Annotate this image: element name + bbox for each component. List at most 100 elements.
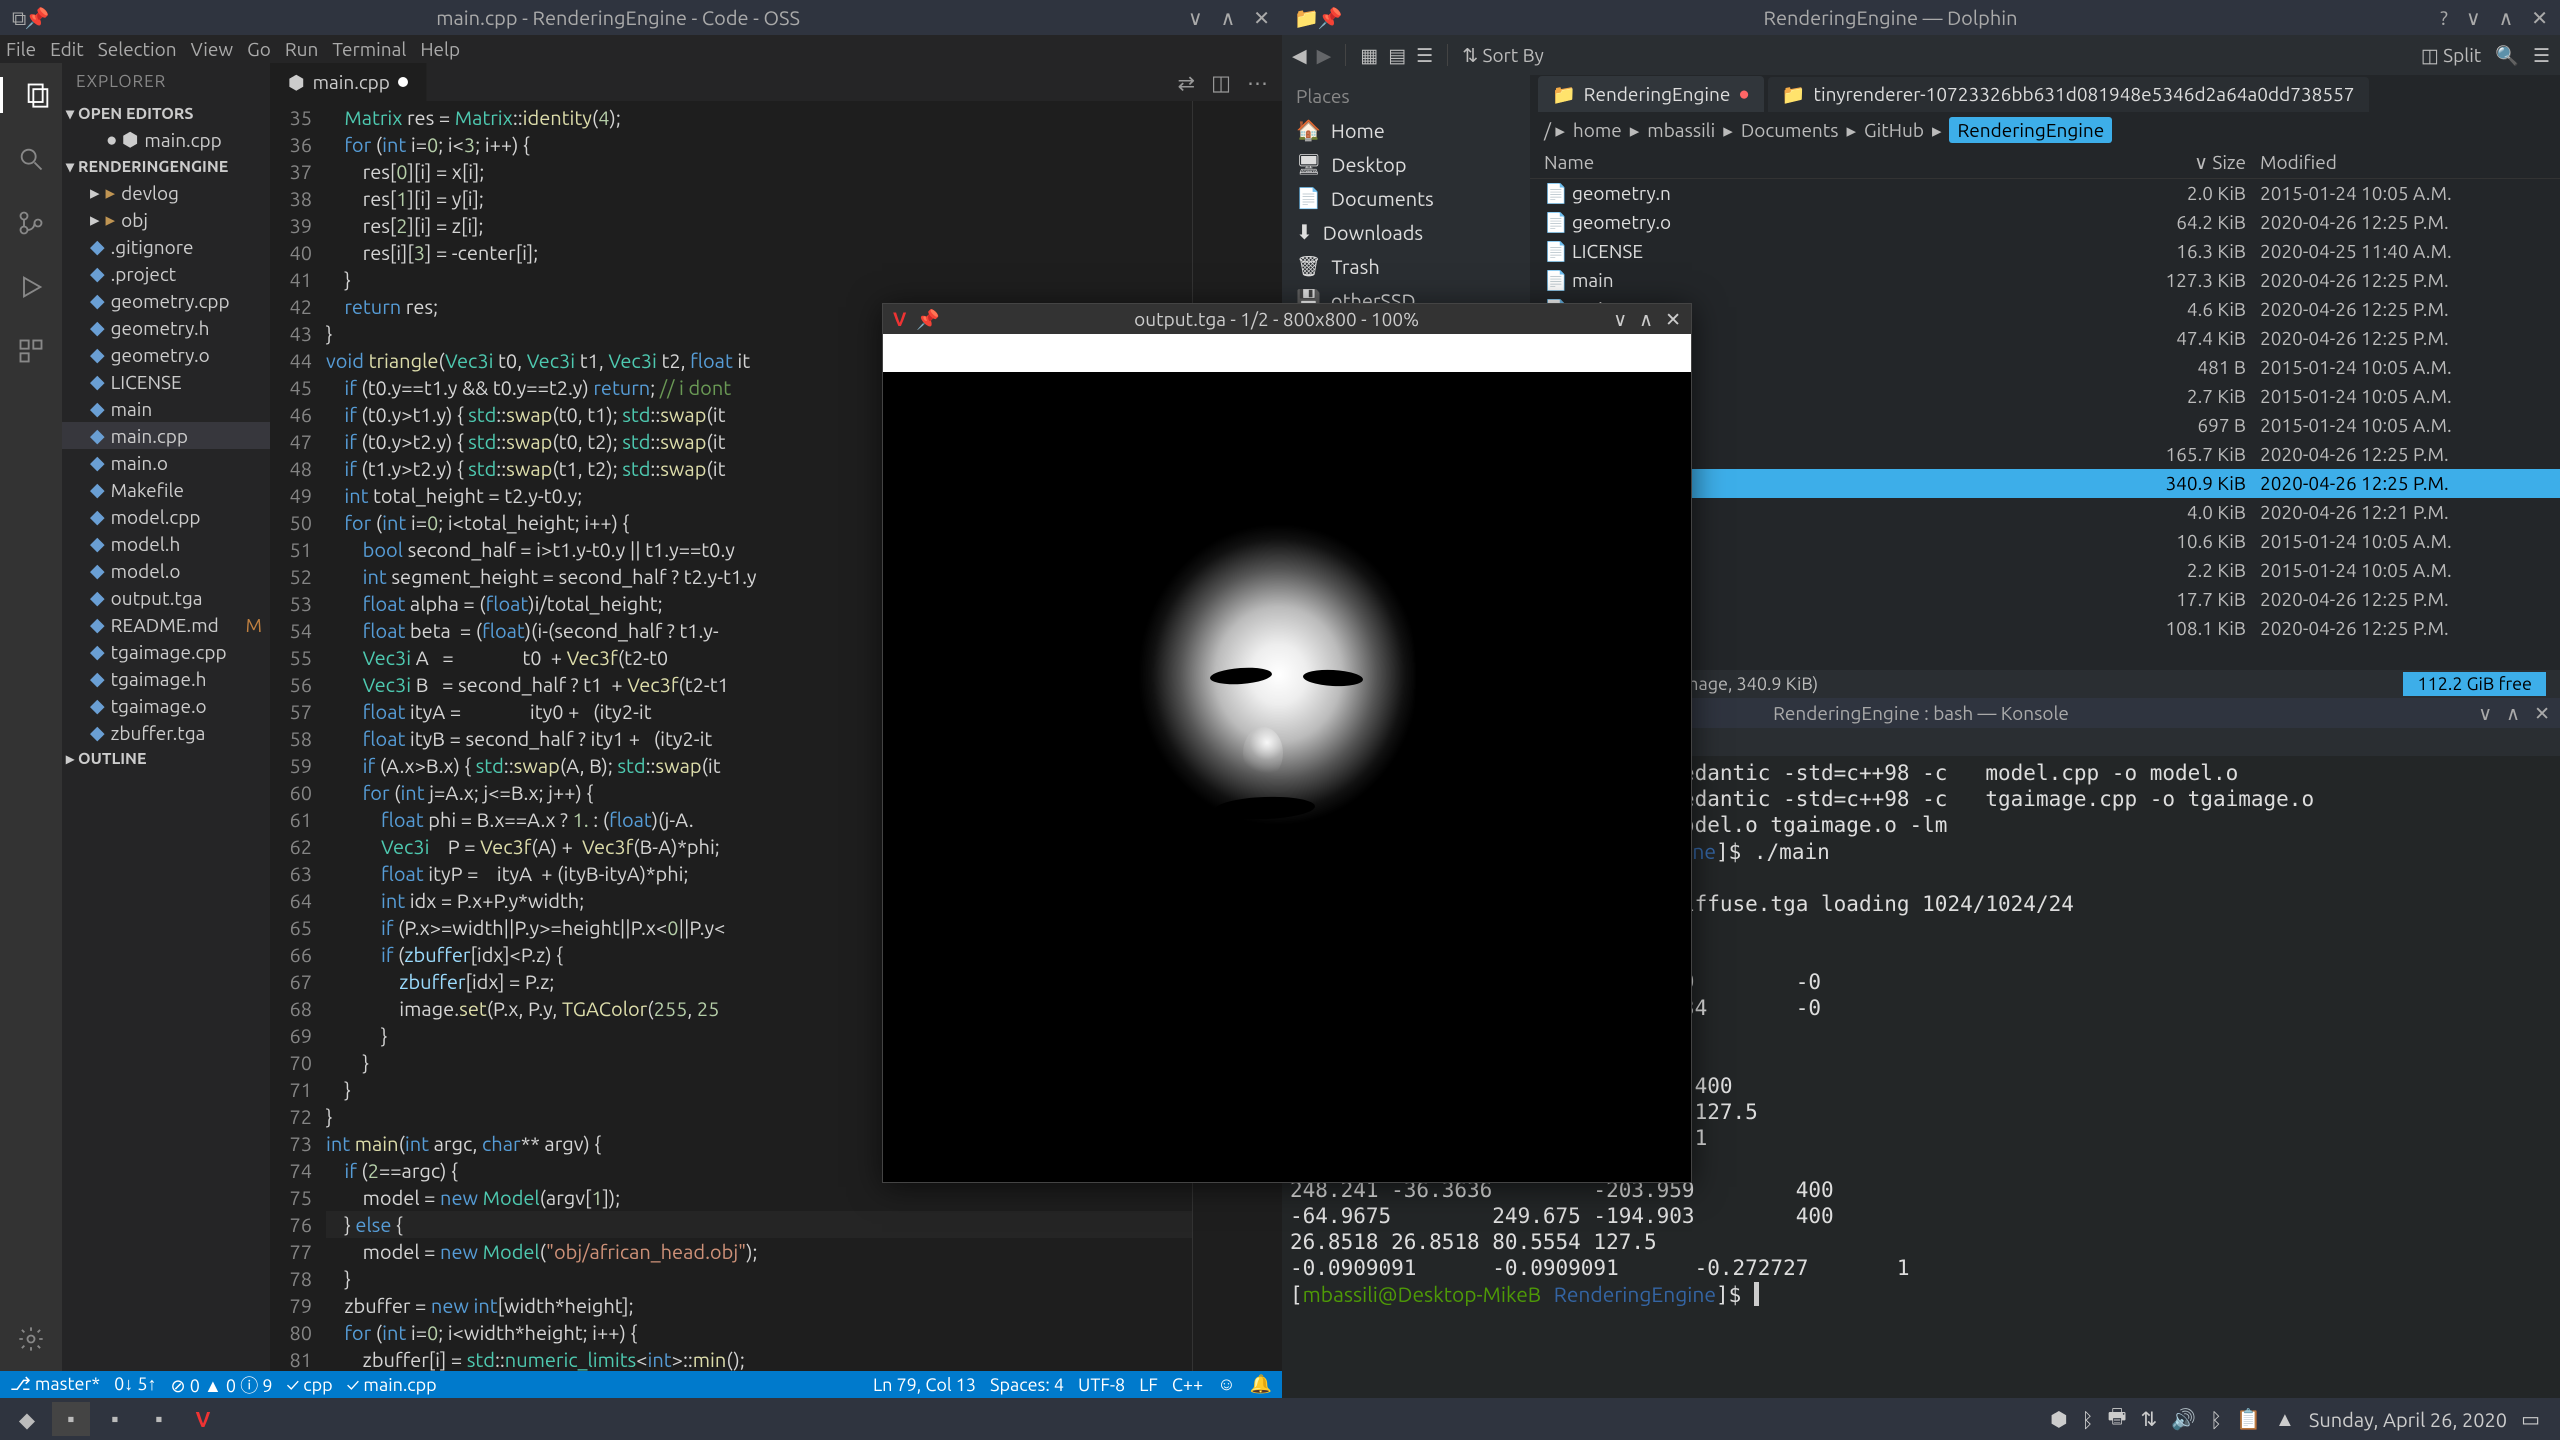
tray-icon[interactable]: ⬢ — [2050, 1407, 2067, 1431]
place-home[interactable]: 🏠 Home — [1282, 113, 1530, 147]
view-details-icon[interactable]: ☰ — [1416, 44, 1433, 67]
taskbar-app-2[interactable]: ▪ — [96, 1402, 134, 1436]
settings-icon[interactable] — [13, 1321, 49, 1357]
place-documents[interactable]: 📄 Documents — [1282, 181, 1530, 215]
maximize-icon[interactable]: ∧ — [2506, 702, 2520, 725]
more-icon[interactable]: ⋯ — [1247, 70, 1268, 95]
branch-status[interactable]: ⎇ master* — [10, 1374, 100, 1395]
tray-clipboard-icon[interactable]: 📋 — [2236, 1407, 2261, 1431]
tray-bt2-icon[interactable]: ᛒ — [2210, 1408, 2222, 1431]
image-viewer-titlebar[interactable]: V 📌 output.tga - 1/2 - 800x800 - 100% ∨ … — [883, 304, 1691, 334]
tree-item[interactable]: ◆ tgaimage.h — [62, 665, 270, 692]
tree-item[interactable]: ◆ geometry.h — [62, 314, 270, 341]
cursor-pos[interactable]: Ln 79, Col 13 — [873, 1375, 976, 1395]
tree-item[interactable]: ◆ geometry.cpp — [62, 287, 270, 314]
maximize-icon[interactable]: ∧ — [2499, 6, 2514, 30]
tree-item[interactable]: ◆ .project — [62, 260, 270, 287]
tree-item[interactable]: ▸ ▸ devlog — [62, 179, 270, 206]
project-section[interactable]: ▾ RENDERINGENGINE — [62, 154, 270, 179]
view-compact-icon[interactable]: ▤ — [1388, 44, 1406, 67]
list-header[interactable]: Name ∨ Size Modified — [1530, 147, 2560, 179]
scm-icon[interactable] — [13, 205, 49, 241]
minimize-icon[interactable]: ∨ — [1613, 308, 1627, 331]
clock[interactable]: Sunday, April 26, 2020 — [2309, 1408, 2507, 1431]
file-row[interactable]: 📄 LICENSE16.3 KiB2020-04-25 11:40 A.M. — [1530, 237, 2560, 266]
breadcrumb[interactable]: / ▸ home ▸ mbassili ▸ Documents ▸ GitHub… — [1530, 113, 2560, 147]
pin-icon[interactable]: 📌 — [1319, 7, 1341, 29]
tree-item[interactable]: ◆ .gitignore — [62, 233, 270, 260]
dolphin-titlebar[interactable]: 📁 📌 RenderingEngine — Dolphin ? ∨ ∧ ✕ — [1282, 0, 2560, 35]
lang-status[interactable]: C++ — [1172, 1375, 1203, 1395]
tray-up-icon[interactable]: ▲ — [2275, 1407, 2295, 1432]
image-viewer-toolbar[interactable] — [883, 334, 1691, 372]
dolphin-tab-0[interactable]: 📁 RenderingEngine ● — [1538, 76, 1764, 112]
minimize-icon[interactable]: ∨ — [1188, 6, 1203, 30]
taskbar-app-4[interactable]: V — [184, 1402, 222, 1436]
tree-item[interactable]: ◆ README.md M — [62, 611, 270, 638]
minimize-icon[interactable]: ∨ — [2478, 702, 2492, 725]
tray-desktop-icon[interactable]: ▭ — [2521, 1407, 2540, 1431]
file-chip[interactable]: ✓ main.cpp — [347, 1375, 437, 1395]
tree-item[interactable]: ◆ main — [62, 395, 270, 422]
view-icons-icon[interactable]: ▦ — [1360, 44, 1378, 67]
place-desktop[interactable]: 🖥 Desktop — [1282, 147, 1530, 181]
image-canvas[interactable] — [883, 372, 1691, 1182]
tree-item[interactable]: ◆ model.o — [62, 557, 270, 584]
place-downloads[interactable]: ⬇ Downloads — [1282, 215, 1530, 249]
tree-item[interactable]: ◆ tgaimage.o — [62, 692, 270, 719]
tree-item[interactable]: ◆ model.h — [62, 530, 270, 557]
file-row[interactable]: 📄 geometry.n2.0 KiB2015-01-24 10:05 A.M. — [1530, 179, 2560, 208]
diagnostics-status[interactable]: ⊘ 0 ▲ 0 ⓘ 9 — [171, 1372, 273, 1398]
close-icon[interactable]: ✕ — [1665, 308, 1681, 331]
editor-tab[interactable]: ⬢ main.cpp — [270, 63, 427, 101]
close-icon[interactable]: ✕ — [2534, 702, 2550, 725]
search-icon[interactable] — [13, 141, 49, 177]
help-icon[interactable]: ? — [2440, 6, 2448, 30]
eol-status[interactable]: LF — [1139, 1375, 1158, 1395]
tray-network-icon[interactable]: ⇅ — [2140, 1407, 2157, 1431]
tree-item[interactable]: ◆ Makefile — [62, 476, 270, 503]
tree-item[interactable]: ◆ model.cpp — [62, 503, 270, 530]
file-row[interactable]: 📄 main127.3 KiB2020-04-26 12:25 P.M. — [1530, 266, 2560, 295]
tree-item[interactable]: ◆ main.o — [62, 449, 270, 476]
open-editor-item[interactable]: ● ⬢ main.cpp — [62, 126, 270, 154]
search-icon[interactable]: 🔍 — [2495, 44, 2519, 67]
tray-printer-icon[interactable]: 🖶 — [2108, 1402, 2127, 1436]
minimize-icon[interactable]: ∨ — [2466, 6, 2481, 30]
place-trash[interactable]: 🗑 Trash — [1282, 249, 1530, 283]
start-icon[interactable]: ◆ — [8, 1402, 46, 1436]
pin-icon[interactable]: 📌 — [26, 7, 48, 29]
maximize-icon[interactable]: ∧ — [1221, 6, 1236, 30]
menu-view[interactable]: View — [191, 38, 234, 60]
tree-item[interactable]: ◆ output.tga — [62, 584, 270, 611]
menu-terminal[interactable]: Terminal — [332, 38, 406, 60]
sync-status[interactable]: 0↓ 5↑ — [114, 1374, 156, 1395]
outline-section[interactable]: ▸ OUTLINE — [62, 746, 270, 771]
spaces-status[interactable]: Spaces: 4 — [990, 1375, 1064, 1395]
extensions-icon[interactable] — [13, 333, 49, 369]
menu-go[interactable]: Go — [247, 38, 271, 60]
menu-selection[interactable]: Selection — [98, 38, 177, 60]
tree-item[interactable]: ▸ ▸ obj — [62, 206, 270, 233]
taskbar-app-3[interactable]: ▪ — [140, 1402, 178, 1436]
bell-icon[interactable]: 🔔 — [1250, 1374, 1272, 1395]
close-icon[interactable]: ✕ — [1253, 6, 1270, 30]
tray-volume-icon[interactable]: 🔊 — [2171, 1407, 2196, 1431]
explorer-icon[interactable] — [0, 77, 62, 113]
forward-icon[interactable]: ▶ — [1317, 44, 1332, 67]
vscode-titlebar[interactable]: ⧉ 📌 main.cpp - RenderingEngine - Code - … — [0, 0, 1282, 35]
pin-icon[interactable]: 📌 — [916, 308, 940, 331]
tray-bluetooth-icon[interactable]: ᛒ — [2082, 1408, 2094, 1431]
dolphin-tab-1[interactable]: 📁 tinyrenderer-10723326bb631d081948e5346… — [1768, 77, 2369, 112]
menu-icon[interactable]: ☰ — [2533, 44, 2550, 67]
close-icon[interactable]: ✕ — [2531, 6, 2548, 30]
menu-help[interactable]: Help — [420, 38, 460, 60]
menu-edit[interactable]: Edit — [50, 38, 84, 60]
menu-run[interactable]: Run — [285, 38, 319, 60]
menu-file[interactable]: File — [6, 38, 36, 60]
tree-item[interactable]: ◆ zbuffer.tga — [62, 719, 270, 746]
feedback-icon[interactable]: ☺ — [1217, 1374, 1235, 1395]
tree-item[interactable]: ◆ main.cpp — [62, 422, 270, 449]
image-viewer-window[interactable]: V 📌 output.tga - 1/2 - 800x800 - 100% ∨ … — [882, 303, 1692, 1183]
encoding-status[interactable]: UTF-8 — [1078, 1375, 1125, 1395]
